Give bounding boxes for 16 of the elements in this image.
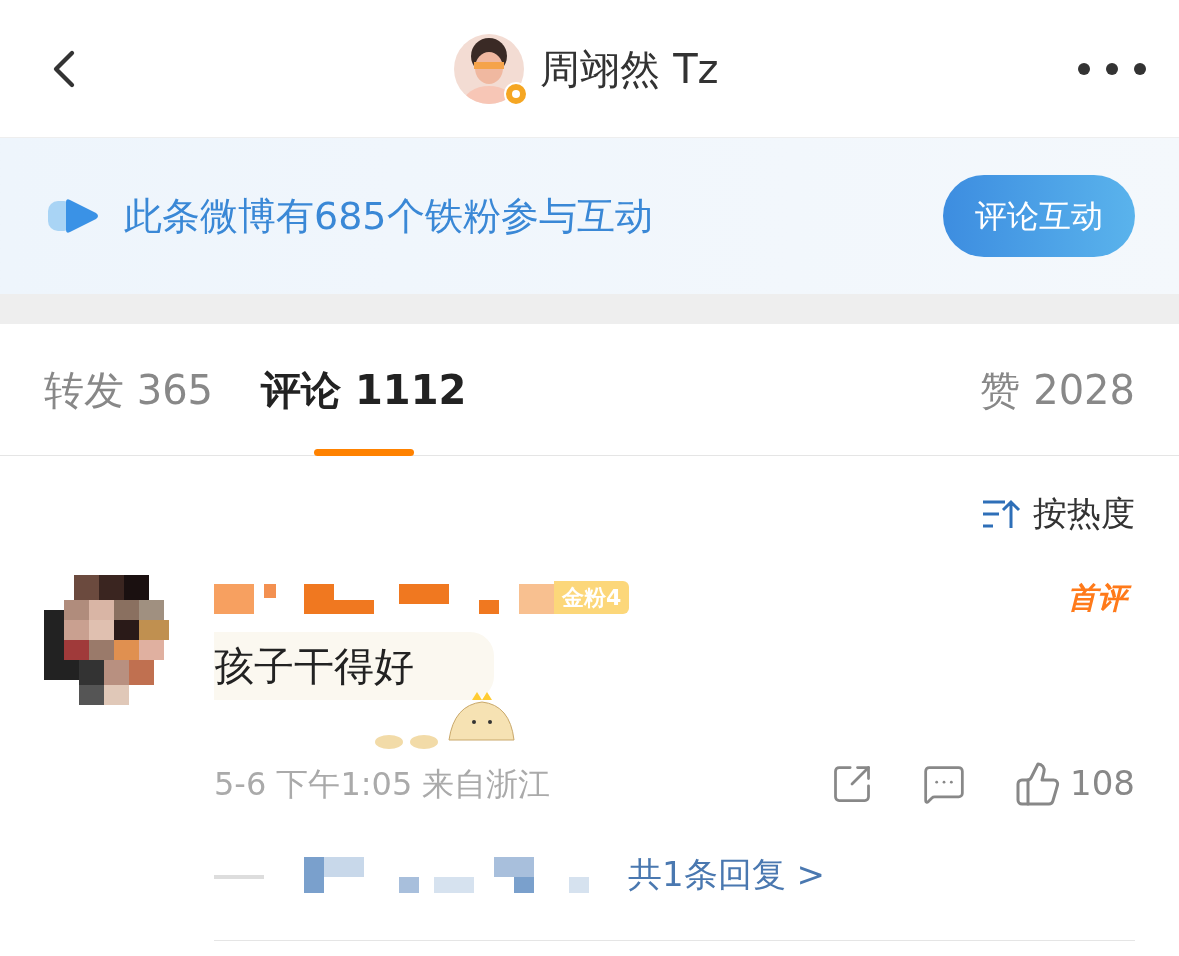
banner-text: 此条微博有685个铁粉参与互动 [124, 192, 653, 240]
more-icon[interactable] [1077, 61, 1147, 76]
fan-level-badge: 金粉4 [554, 581, 630, 614]
account-name: 周翊然 Tz [540, 44, 719, 94]
play-icon [48, 198, 100, 234]
sort-label[interactable]: 按热度 [1033, 488, 1135, 539]
like-count: 108 [1070, 762, 1135, 805]
comment-meta: 5-6 下午1:05 来自浙江 [214, 763, 551, 805]
replies-link[interactable]: 共1条回复 > [628, 849, 825, 900]
tab[interactable]: 赞 2028 [980, 359, 1135, 420]
sort-icon[interactable] [981, 497, 1021, 530]
comment-interact-button[interactable]: 评论互动 [943, 175, 1135, 257]
tab[interactable]: 评论 1112 [261, 359, 467, 420]
tab[interactable]: 转发 365 [44, 359, 214, 420]
comment-text: 孩子干得好 [214, 632, 494, 700]
first-comment-tag: 首评 [1067, 575, 1135, 620]
